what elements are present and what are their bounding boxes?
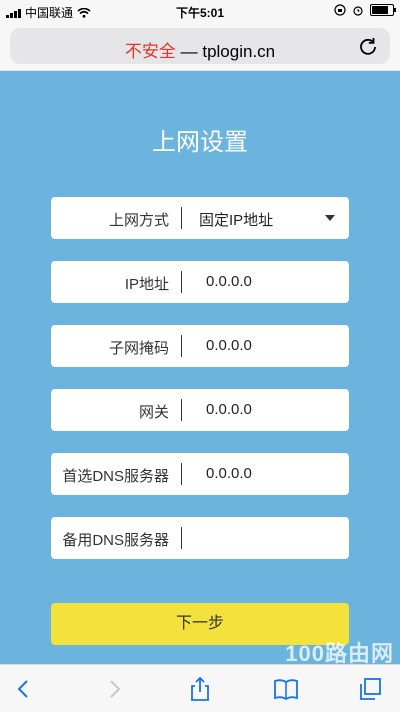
ip-address-field[interactable]: IP地址 0.0.0.0 [51,261,349,303]
domain-text: tplogin.cn [202,42,276,61]
field-divider [181,399,182,421]
select-value: 固定IP地址 [199,212,274,229]
field-value: 0.0.0.0 [206,337,252,354]
reload-icon[interactable] [358,36,378,56]
field-value: 0.0.0.0 [206,465,252,482]
address-text: 不安全 — tplogin.cn [10,37,390,62]
field-divider [181,335,182,357]
address-bar[interactable]: 不安全 — tplogin.cn [10,28,390,64]
field-divider [181,527,182,549]
status-bar: 中国联通 下午5:01 [0,0,400,22]
status-right [334,4,396,16]
chevron-down-icon [325,215,335,221]
insecure-label: 不安全 [124,42,176,61]
browser-toolbar [0,664,400,712]
share-icon[interactable] [186,675,214,703]
tabs-icon[interactable] [356,675,384,703]
gateway-field[interactable]: 网关 0.0.0.0 [51,389,349,431]
alarm-icon [353,6,363,16]
field-value: 0.0.0.0 [206,401,252,418]
subnet-mask-field[interactable]: 子网掩码 0.0.0.0 [51,325,349,367]
orientation-lock-icon [334,4,346,16]
field-divider [181,463,182,485]
field-label: 子网掩码 [108,340,169,357]
page-title: 上网设置 [152,129,248,156]
secondary-dns-field[interactable]: 备用DNS服务器 [51,517,349,559]
back-icon[interactable] [10,675,38,703]
battery-icon [370,4,396,16]
field-divider [181,271,182,293]
field-value: 0.0.0.0 [206,273,252,290]
bookmarks-icon[interactable] [272,675,300,703]
connection-type-select[interactable]: 上网方式 固定IP地址 [51,197,349,239]
field-label: 上网方式 [108,212,169,229]
url-separator: — [180,42,198,61]
field-divider [181,207,182,229]
field-label: 网关 [138,404,169,421]
field-label: IP地址 [124,276,169,293]
field-label: 备用DNS服务器 [62,532,169,549]
browser-address-area: 不安全 — tplogin.cn [0,22,400,71]
field-label: 首选DNS服务器 [62,468,169,485]
forward-icon[interactable] [100,675,128,703]
primary-dns-field[interactable]: 首选DNS服务器 0.0.0.0 [51,453,349,495]
